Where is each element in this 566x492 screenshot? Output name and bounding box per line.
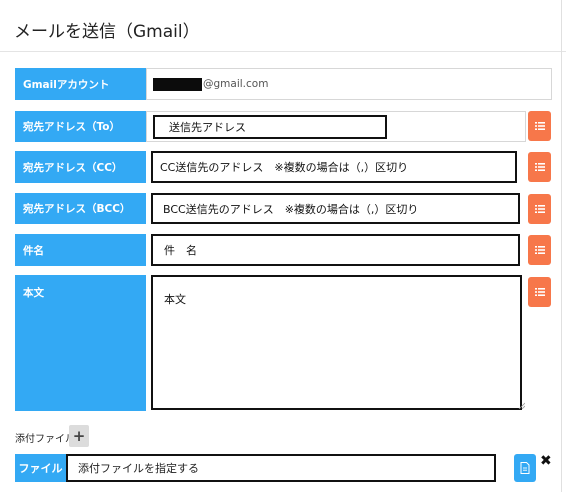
cc-label: 宛先アドレス（CC）	[15, 151, 146, 183]
subject-list-button[interactable]	[528, 235, 551, 265]
subject-input[interactable]: 件 名	[151, 234, 520, 266]
list-icon	[534, 288, 545, 296]
to-input[interactable]: 送信先アドレス	[153, 115, 387, 139]
dialog-header: メールを送信（Gmail）	[0, 0, 566, 52]
dialog-title: メールを送信（Gmail）	[14, 22, 200, 42]
resize-handle-icon[interactable]	[518, 402, 525, 409]
list-icon	[534, 163, 545, 171]
add-attachment-button[interactable]: +	[69, 425, 89, 447]
subject-label: 件名	[15, 234, 146, 266]
account-label: Gmailアカウント	[15, 68, 146, 100]
close-icon[interactable]: ✖	[540, 453, 552, 469]
file-document-button[interactable]	[514, 454, 536, 482]
to-label: 宛先アドレス（To）	[15, 111, 146, 142]
bcc-label: 宛先アドレス（BCC）	[15, 193, 146, 224]
list-icon	[534, 205, 545, 213]
to-list-button[interactable]	[528, 111, 551, 141]
attachments-label: 添付ファイル	[15, 434, 75, 445]
bcc-list-button[interactable]	[528, 194, 551, 224]
list-icon	[534, 246, 545, 254]
cc-list-button[interactable]	[528, 152, 551, 182]
dialog-border	[561, 0, 562, 492]
bcc-input[interactable]: BCC送信先のアドレス ※複数の場合は（,）区切り	[151, 193, 520, 224]
cc-input[interactable]: CC送信先のアドレス ※複数の場合は（,）区切り	[151, 151, 517, 183]
body-list-button[interactable]	[528, 277, 551, 307]
body-textarea[interactable]: 本文	[151, 275, 522, 410]
account-domain: @gmail.com	[203, 78, 269, 90]
document-icon	[520, 462, 530, 474]
list-icon	[534, 122, 545, 130]
plus-icon: +	[72, 427, 86, 445]
file-input[interactable]: 添付ファイルを指定する	[66, 454, 496, 482]
account-field: @gmail.com	[146, 68, 552, 100]
file-button[interactable]: ファイル	[15, 454, 66, 482]
redacted-account-name	[153, 77, 202, 91]
body-label: 本文	[15, 275, 146, 411]
